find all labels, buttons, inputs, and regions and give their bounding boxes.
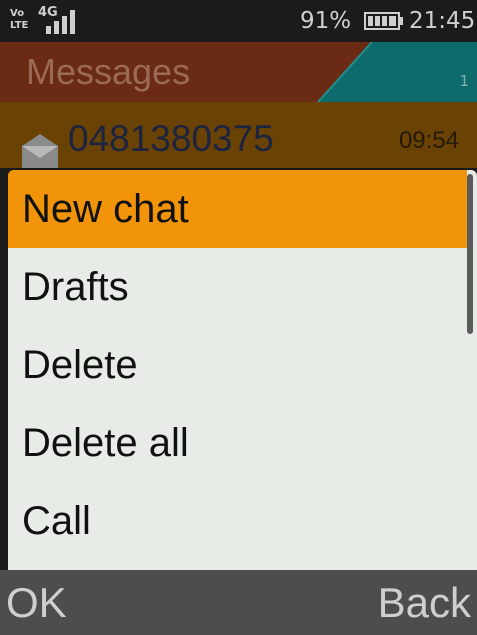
menu-item-drafts[interactable]: Drafts [8,248,467,326]
volte-bottom-text: LTE [10,20,29,31]
envelope-icon [22,134,58,168]
signal-icon [46,10,75,34]
volte-top-text: Vo [10,8,25,19]
menu-item-delete[interactable]: Delete [8,326,467,404]
battery-icon [364,12,403,30]
volte-icon: Vo LTE [10,8,32,34]
menu-scrollbar[interactable] [467,174,473,334]
battery-percent: 91% [300,8,352,34]
options-menu: New chat Drafts Delete Delete all Call [8,170,477,570]
message-sender: 0481380375 [68,118,274,159]
message-list-item[interactable]: 0481380375 09:54 [0,102,477,168]
back-softkey[interactable]: Back [378,578,471,628]
softkey-bar: OK Back [0,570,477,635]
message-count: 1 [459,72,469,90]
ok-softkey[interactable]: OK [6,578,67,628]
status-bar: Vo LTE 4G 91% 21:45 [0,0,477,42]
menu-item-call[interactable]: Call [8,482,467,560]
page-title: Messages [26,51,191,92]
app-header: Messages 1 [0,42,477,102]
message-time: 09:54 [398,127,459,154]
menu-item-new-chat[interactable]: New chat [8,170,467,248]
menu-item-delete-all[interactable]: Delete all [8,404,467,482]
clock: 21:45 [409,8,476,34]
